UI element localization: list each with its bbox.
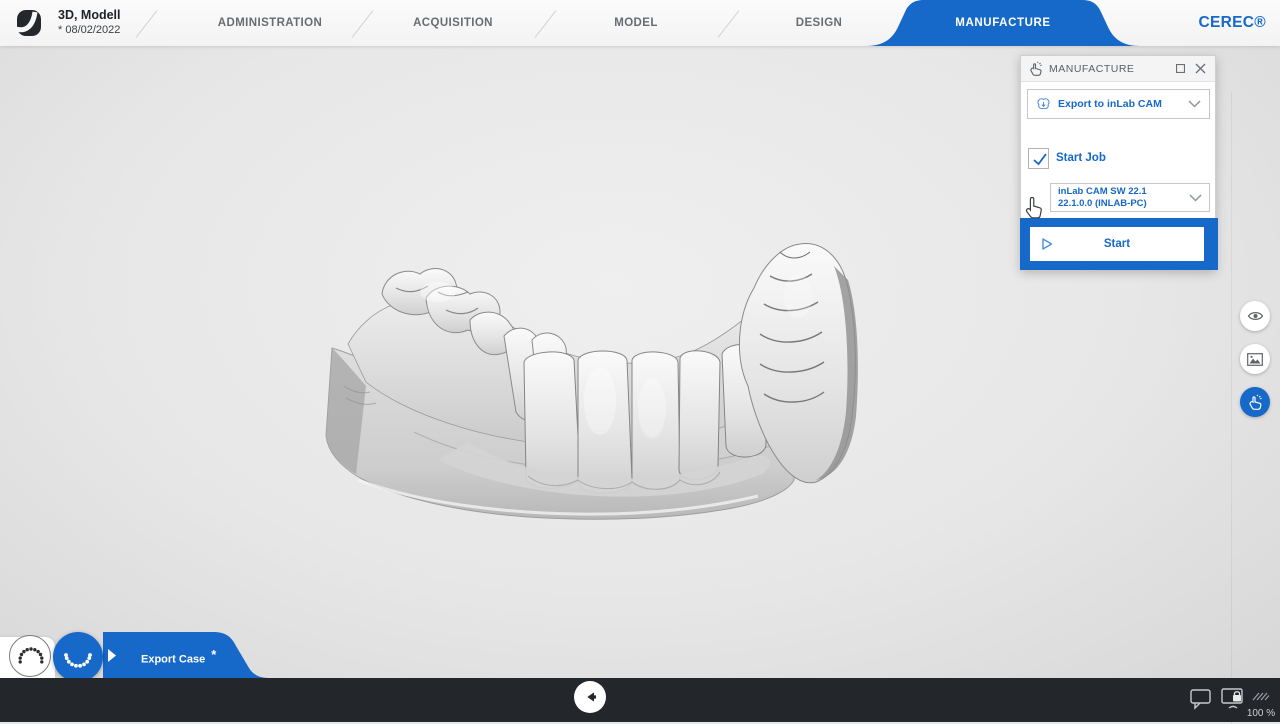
tab-model[interactable]: MODEL: [541, 0, 731, 46]
mouse-cursor-hand: [1024, 196, 1044, 220]
image-icon: [1247, 353, 1263, 366]
start-job-checkbox[interactable]: [1028, 148, 1049, 169]
close-icon[interactable]: [1192, 61, 1208, 77]
lower-arch-dots-icon: [53, 632, 103, 682]
dentsply-sirona-logo: [16, 8, 44, 38]
chevron-down-icon: [1188, 100, 1201, 108]
application-window: 3D, Modell * 08/02/2022 ADMINISTRATION A…: [0, 0, 1280, 722]
start-button[interactable]: Start: [1030, 227, 1204, 261]
export-restoration-icon: [1036, 97, 1051, 111]
tab-administration[interactable]: ADMINISTRATION: [175, 0, 365, 46]
export-case-badge: *: [211, 647, 216, 662]
tab-separator: [136, 10, 158, 37]
manufacture-hand-icon: [1247, 394, 1263, 410]
panel-footer: Start: [1020, 218, 1218, 270]
rail-divider: [1231, 92, 1232, 724]
zoom-level: 100 %: [1246, 708, 1276, 719]
manufacture-panel-header[interactable]: MANUFACTURE: [1021, 56, 1215, 82]
upper-jaw-button[interactable]: [9, 635, 51, 677]
export-case-label: Export Case: [141, 654, 205, 666]
dental-model-3d[interactable]: [318, 236, 870, 521]
upper-arch-dots-icon: [10, 636, 52, 678]
brand-logo: CEREC®: [1199, 0, 1266, 46]
bottom-status-bar: 100 %: [0, 678, 1280, 722]
panel-title: MANUFACTURE: [1049, 63, 1168, 75]
manufacture-panel: MANUFACTURE Export to inLab CAM: [1020, 55, 1216, 270]
maximize-icon[interactable]: [1172, 61, 1188, 77]
lower-jaw-button[interactable]: [53, 632, 103, 682]
manufacture-icon: [1028, 61, 1043, 76]
export-case-button[interactable]: Export Case*: [141, 630, 210, 678]
case-info: 3D, Modell * 08/02/2022: [58, 8, 121, 37]
model-viewport[interactable]: MANUFACTURE Export to inLab CAM: [0, 46, 1280, 678]
play-icon: [1040, 237, 1054, 251]
start-button-label: Start: [1030, 238, 1204, 250]
back-button[interactable]: [574, 681, 606, 713]
top-navigation-bar: 3D, Modell * 08/02/2022 ADMINISTRATION A…: [0, 0, 1280, 46]
tab-manufacture-label[interactable]: MANUFACTURE: [866, 0, 1140, 46]
manufacture-phase-button[interactable]: [1240, 387, 1270, 417]
eye-icon: [1247, 310, 1264, 322]
monitor-lock-icon[interactable]: [1221, 687, 1245, 710]
view-options-button[interactable]: [1240, 301, 1270, 331]
hatch-icon: [1252, 692, 1270, 701]
chevron-down-icon: [1189, 194, 1202, 202]
export-target-label: Export to inLab CAM: [1058, 98, 1188, 110]
arrow-left-icon: [581, 689, 599, 705]
tab-manufacture-active[interactable]: MANUFACTURE: [866, 0, 1140, 46]
chat-bubble-icon[interactable]: [1190, 689, 1212, 710]
tab-acquisition[interactable]: ACQUISITION: [358, 0, 548, 46]
export-target-dropdown[interactable]: Export to inLab CAM: [1027, 89, 1210, 119]
machine-dropdown[interactable]: inLab CAM SW 22.1 22.1.0.0 (INLAB-PC): [1050, 183, 1210, 212]
case-title: 3D, Modell: [58, 8, 121, 24]
zoom-indicator: 100 %: [1246, 688, 1276, 719]
start-job-label[interactable]: Start Job: [1056, 152, 1106, 164]
case-date: * 08/02/2022: [58, 24, 121, 38]
machine-dropdown-label: inLab CAM SW 22.1 22.1.0.0 (INLAB-PC): [1058, 186, 1189, 209]
image-capture-button[interactable]: [1240, 344, 1270, 374]
